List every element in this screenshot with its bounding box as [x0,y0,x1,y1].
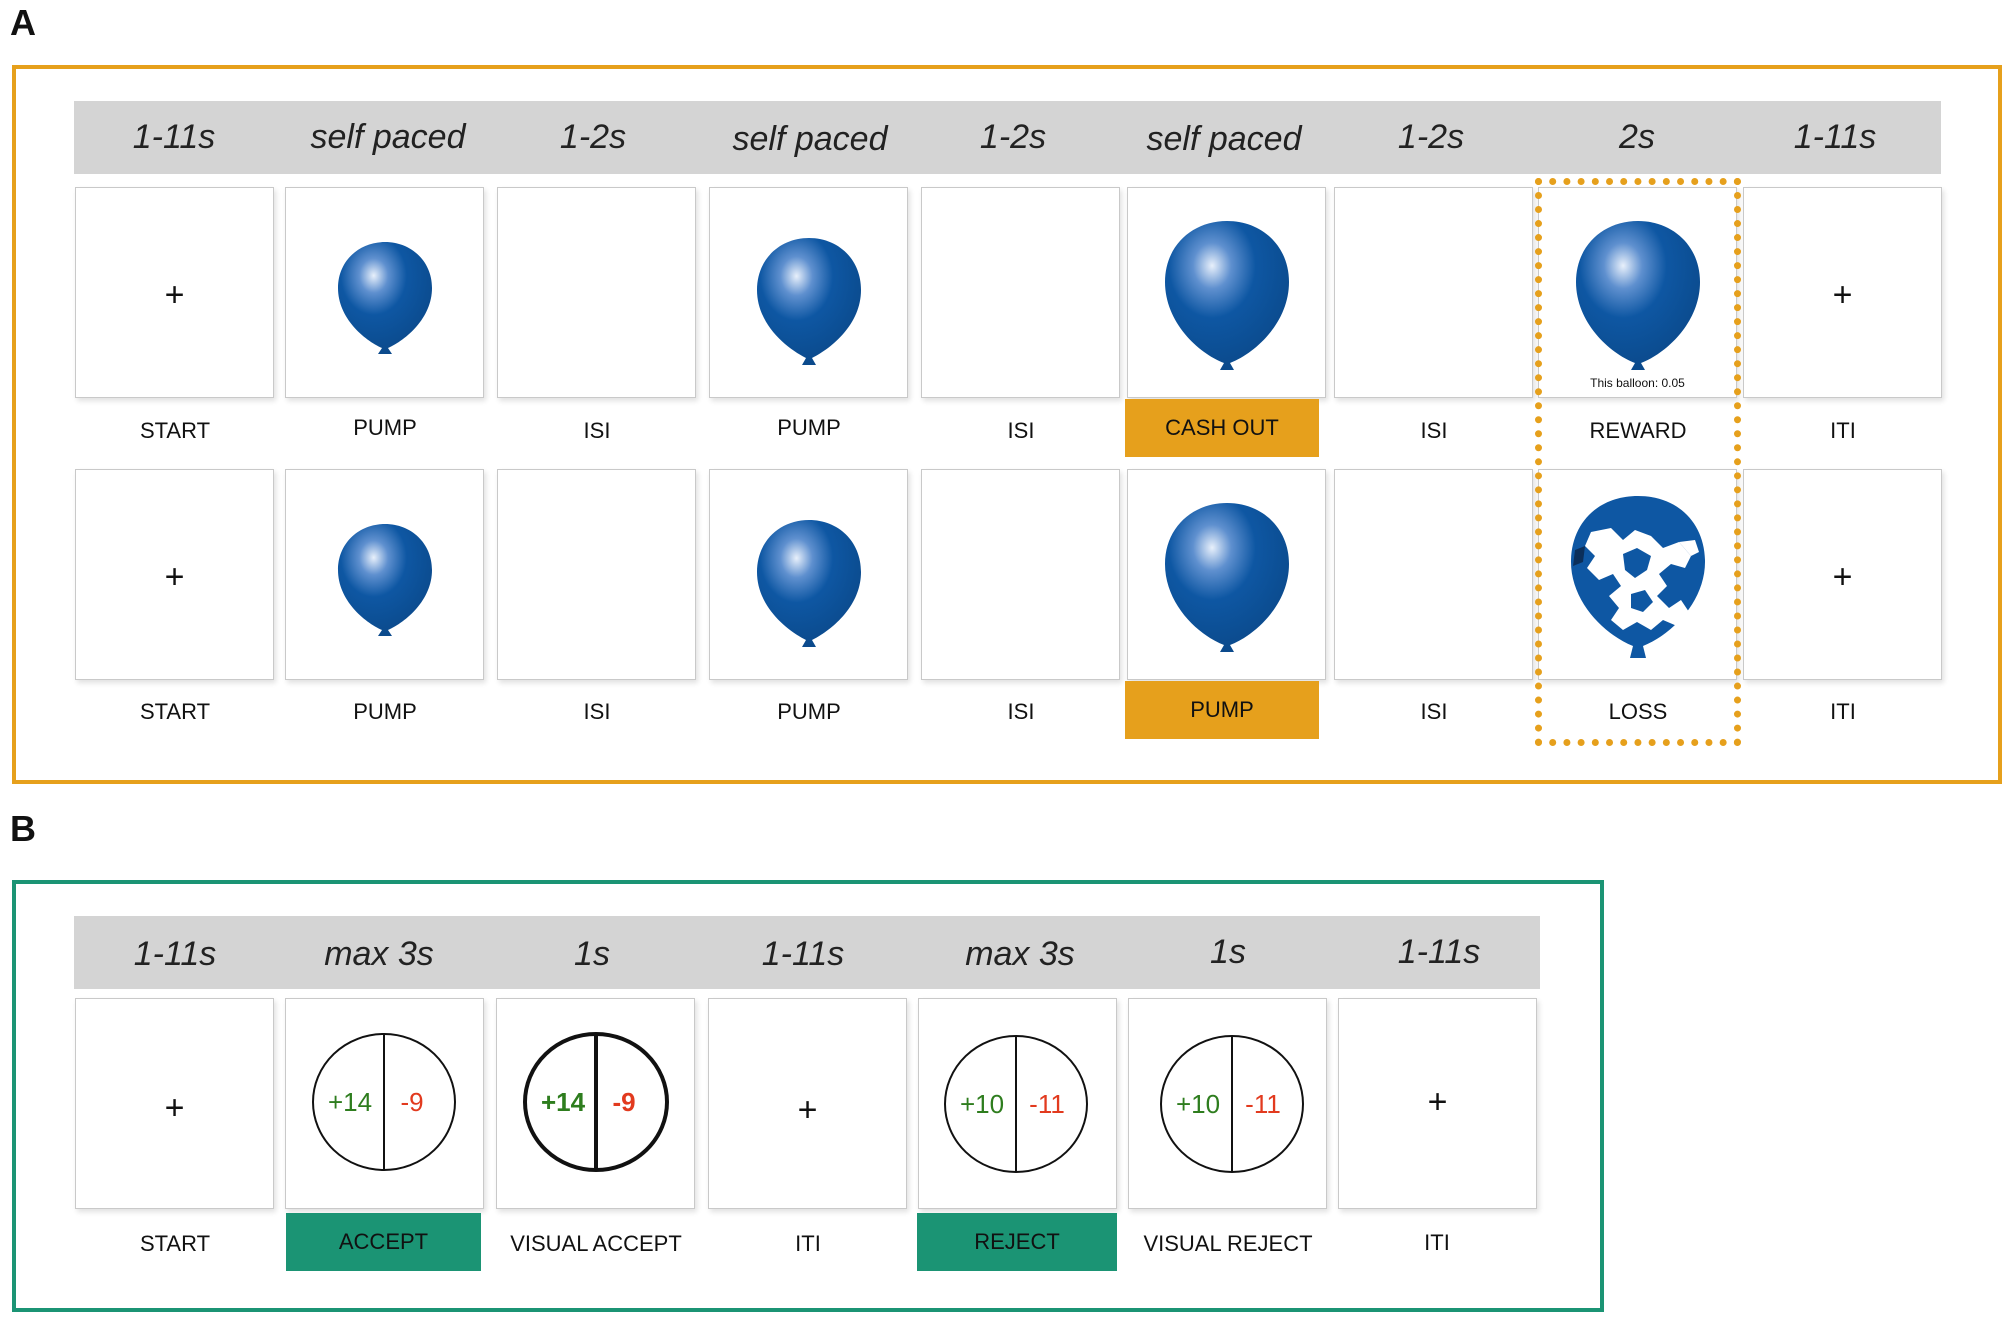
gamble-circle-bold: +14 -9 [523,1032,669,1172]
gain-value: +14 [328,1087,372,1117]
caption-b-7: ITI [1424,1230,1450,1255]
tile-a1-isi-1 [497,187,696,398]
balloon-large [1165,503,1289,652]
loss-value: -9 [400,1087,423,1117]
tile-b-start: + [75,998,274,1209]
caption-reject-highlight: REJECT [917,1213,1117,1271]
fixation-cross: + [164,276,185,314]
timing-a-9: 1-11s [1793,118,1877,156]
timing-a-2: self paced [310,118,466,156]
tile-a2-isi-2 [921,469,1120,680]
tile-a1-cashout [1127,187,1326,398]
caption-a1-3: ISI [583,418,611,443]
caption-a2-3: ISI [583,699,611,724]
timing-a-6: self paced [1146,120,1302,158]
tile-a2-pump-2 [709,469,908,680]
balloon-small [338,242,432,354]
loss-value: -11 [1245,1089,1281,1119]
timing-b-2: max 3s [324,935,434,973]
fixation-cross: + [1832,276,1853,314]
tile-a1-isi-3 [1334,187,1533,398]
timing-b-1: 1-11s [133,935,217,973]
fixation-cross: + [1427,1083,1448,1121]
caption-a2-5: ISI [1007,699,1035,724]
gamble-circle: +14 -9 [312,1033,456,1171]
loss-value: -11 [1029,1089,1065,1119]
caption-a1-1: START [139,418,211,443]
panel-a-label: A [10,2,36,43]
caption-a1-2: PUMP [353,415,417,440]
caption-b-6: VISUAL REJECT [1143,1231,1313,1256]
timing-b-5: max 3s [965,935,1075,973]
tile-a1-start: + [75,187,274,398]
caption-a1-5: ISI [1007,418,1035,443]
fixation-cross: + [797,1091,818,1129]
tile-b-iti-1: + [708,998,907,1209]
fixation-cross: + [164,558,185,596]
gamble-circle: +10 -11 [1160,1035,1304,1173]
gamble-circle: +10 -11 [944,1035,1088,1173]
caption-a1-7: ISI [1420,418,1448,443]
timing-a-8: 2s [1619,118,1655,156]
caption-a2-9: ITI [1830,699,1856,724]
tile-a1-pump-1 [285,187,484,398]
caption-b-1: START [139,1231,211,1256]
tile-a2-start: + [75,469,274,680]
tile-a1-iti: + [1743,187,1942,398]
timing-a-1: 1-11s [132,118,216,156]
caption-a2-1: START [139,699,211,724]
timing-a-5: 1-2s [979,118,1047,156]
caption-a1-4: PUMP [777,415,841,440]
caption-b-3: VISUAL ACCEPT [510,1231,682,1256]
tile-b-reject-gamble: +10 -11 [918,998,1117,1209]
loss-value: -9 [612,1087,635,1117]
timing-b-6: 1s [1210,933,1246,971]
tile-b-visual-accept: +14 -9 [496,998,695,1209]
timing-a-7: 1-2s [1397,118,1465,156]
panel-b-label: B [10,808,36,849]
tile-a1-isi-2 [921,187,1120,398]
gain-value: +14 [541,1087,586,1117]
tile-a2-iti: + [1743,469,1942,680]
tile-b-visual-reject: +10 -11 [1128,998,1327,1209]
timing-b-4: 1-11s [761,935,845,973]
tile-a2-pump-1 [285,469,484,680]
timing-b-3: 1s [574,935,610,973]
timing-b-7: 1-11s [1397,933,1481,971]
timing-a-3: 1-2s [559,118,627,156]
outcome-highlight-box [1535,178,1741,746]
balloon-large [1165,221,1289,370]
gain-value: +10 [1176,1089,1220,1119]
fixation-cross: + [1832,558,1853,596]
tile-a1-pump-2 [709,187,908,398]
balloon-small [338,524,432,636]
tile-a2-isi-1 [497,469,696,680]
caption-accept-highlight: ACCEPT [286,1213,481,1271]
caption-a1-9: ITI [1830,418,1856,443]
gain-value: +10 [960,1089,1004,1119]
caption-a2-7: ISI [1420,699,1448,724]
tile-b-accept-gamble: +14 -9 [285,998,484,1209]
caption-cash-out-highlight: CASH OUT [1125,399,1319,457]
caption-pump-highlight: PUMP [1125,681,1319,739]
caption-a2-4: PUMP [777,699,841,724]
tile-a2-isi-3 [1334,469,1533,680]
caption-b-4: ITI [795,1231,821,1256]
fixation-cross: + [164,1089,185,1127]
balloon-medium [757,520,861,647]
timing-a-4: self paced [732,120,888,158]
tile-a2-pump-3 [1127,469,1326,680]
balloon-medium [757,238,861,365]
tile-b-iti-2: + [1338,998,1537,1209]
caption-a2-2: PUMP [353,699,417,724]
